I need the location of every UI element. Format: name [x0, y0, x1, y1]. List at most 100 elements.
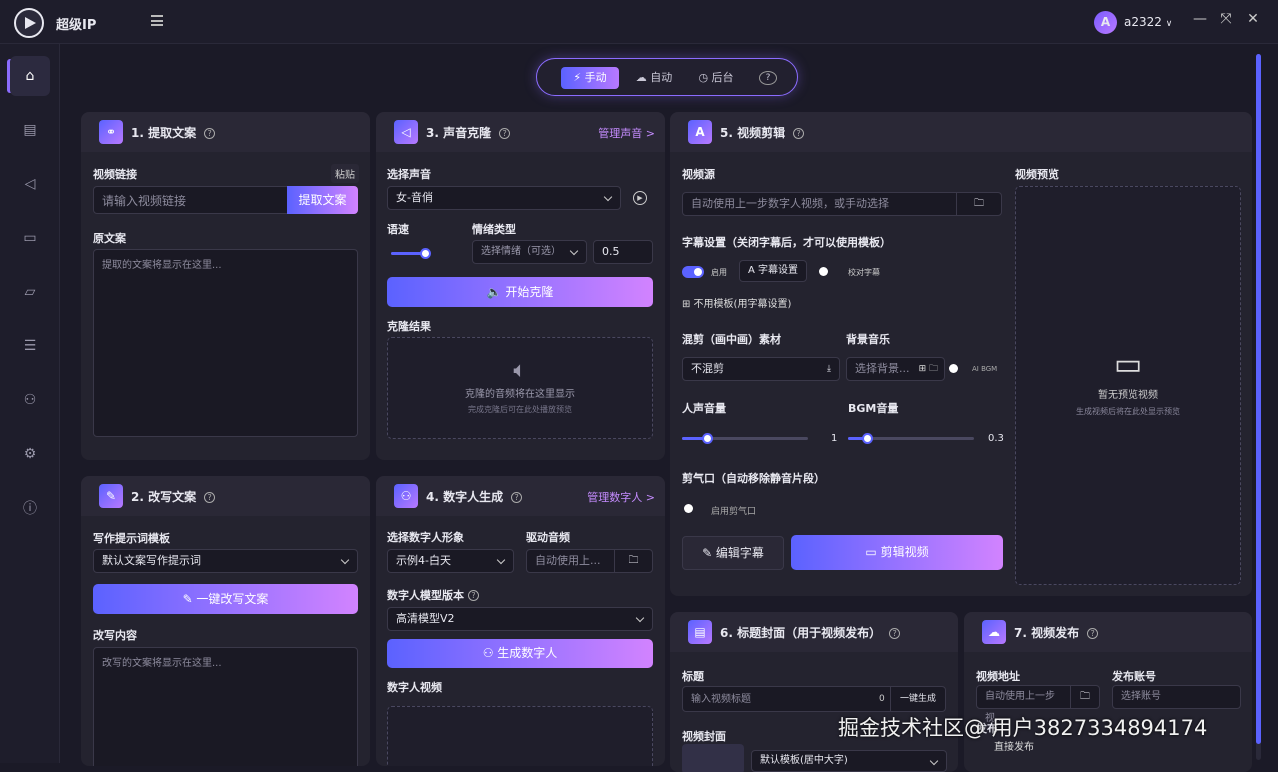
video-icon[interactable]: ▭ [10, 218, 50, 258]
mode-background-button[interactable]: ◷ 后台 [689, 67, 743, 89]
panel-title: 2. 改写文案? [131, 488, 216, 505]
scrollbar[interactable] [1256, 54, 1261, 760]
maximize-button[interactable]: ⤧ [1218, 11, 1234, 27]
folder-icon[interactable]: 🗀︎ [1070, 685, 1100, 709]
app-logo-icon [14, 8, 44, 38]
chevron-down-icon [340, 555, 350, 565]
preview-sub: 生成视频后将在此处显示预览 [1076, 407, 1180, 416]
cover-thumbnail[interactable] [682, 744, 744, 772]
voice-select[interactable]: 女-音俏 [387, 186, 621, 210]
panel-title: 3. 声音克隆? [426, 124, 511, 141]
audio-label: 驱动音频 [526, 531, 570, 544]
cut-video-button[interactable]: ▭ 剪辑视频 [791, 535, 1003, 570]
content-label: 改写内容 [93, 629, 137, 642]
video-title-input[interactable]: 输入视频标题 [682, 686, 892, 712]
sidebar: ⌂ ▤ ◁ ▭ ▱ ☰ ⚇ ⚙ ⓘ [0, 44, 60, 763]
mode-help-icon[interactable]: ? [759, 71, 777, 85]
minimize-button[interactable]: — [1192, 11, 1208, 27]
chevron-down-icon [603, 192, 613, 202]
help-icon[interactable]: ? [793, 128, 805, 139]
no-template-checkbox[interactable]: ⊞ 不用模板(用字幕设置) [682, 295, 791, 310]
one-click-generate-button[interactable]: 一键生成 [890, 686, 946, 712]
folder-icon[interactable]: ▱ [10, 272, 50, 312]
cloud-upload-icon: ☁ [982, 620, 1006, 644]
ai-bgm-radio[interactable] [949, 364, 958, 373]
panel-digital-human: ⚇ 4. 数字人生成? 管理数字人 > 选择数字人形象 驱动音频 示例4-白天 … [376, 476, 665, 766]
panel-video-edit: A 5. 视频剪辑? 视频源 自动使用上一步数字人视频，或手动选择 🗀︎ 字幕设… [670, 112, 1252, 596]
chevron-down-icon [635, 613, 645, 623]
panel-title: 7. 视频发布? [1014, 624, 1099, 641]
username[interactable]: a2322 ∨ [1124, 15, 1172, 29]
rewrite-button[interactable]: ✎ 一键改写文案 [93, 584, 358, 614]
link-label: 视频链接 [93, 168, 137, 181]
model-select[interactable]: 高清模型V2 [387, 607, 653, 631]
cover-template-select[interactable]: 默认模板(居中大字) [751, 750, 947, 772]
bgm-select[interactable]: 选择背景... ⊞ 🗀︎ [846, 357, 945, 381]
link-icon: ⚭ [99, 120, 123, 144]
video-address-input[interactable]: 自动使用上一步视... [976, 685, 1072, 724]
menu-toggle-icon[interactable] [151, 15, 163, 26]
voice-volume-label: 人声音量 [682, 402, 726, 415]
help-icon[interactable]: ? [511, 492, 523, 503]
subtitle-settings-button[interactable]: A 字幕设置 [739, 260, 807, 282]
close-button[interactable]: ✕ [1245, 11, 1261, 27]
avatar[interactable]: A [1094, 11, 1117, 34]
help-icon[interactable]: ? [499, 128, 511, 139]
sound-icon[interactable]: ◁ [10, 164, 50, 204]
audio-input[interactable]: 自动使用上... [526, 549, 616, 573]
video-icon: ▭ [865, 545, 881, 559]
chevron-down-icon [569, 246, 579, 256]
document-icon: ▤ [688, 620, 712, 644]
video-link-input[interactable]: 请输入视频链接 [93, 186, 289, 214]
title-label: 标题 [682, 670, 704, 683]
silence-cut-radio[interactable] [684, 504, 693, 513]
folder-icon[interactable]: 🗀︎ [614, 549, 653, 573]
edit-subtitles-button[interactable]: ✎ 编辑字幕 [682, 536, 784, 570]
voice-volume-slider[interactable] [682, 433, 808, 444]
extract-button[interactable]: 提取文案 [287, 186, 358, 214]
panel-header: ☁ 7. 视频发布? [964, 612, 1252, 652]
help-icon[interactable]: ? [1087, 628, 1099, 639]
generate-avatar-button[interactable]: ⚇ 生成数字人 [387, 639, 653, 668]
silence-cut-enable-label: 启用剪气口 [711, 507, 757, 517]
rewrite-textarea[interactable]: 改写的文案将显示在这里... [93, 647, 358, 766]
source-label: 视频源 [682, 168, 715, 181]
bgm-volume-slider[interactable] [848, 433, 974, 444]
home-icon[interactable]: ⌂ [10, 56, 50, 96]
panel-header: ◁ 3. 声音克隆? 管理声音 > [376, 112, 665, 152]
mode-switch: ⚡ 手动 ☁ 自动 ◷ 后台 ? [536, 58, 798, 96]
panel-title: 1. 提取文案? [131, 124, 216, 141]
help-icon[interactable]: ? [204, 492, 216, 503]
paste-button[interactable]: 粘贴 [331, 164, 359, 183]
help-icon[interactable]: ? [468, 590, 479, 601]
folder-icon[interactable]: 🗀︎ [956, 192, 1002, 216]
manage-avatar-link[interactable]: 管理数字人 > [587, 489, 655, 505]
list-icon[interactable]: ☰ [10, 326, 50, 366]
help-icon[interactable]: ? [889, 628, 901, 639]
panel-header: ⚭ 1. 提取文案? [81, 112, 370, 152]
user-icon[interactable]: ⚇ [10, 380, 50, 420]
speed-slider[interactable] [391, 248, 432, 259]
original-textarea[interactable]: 提取的文案将显示在这里... [93, 249, 358, 437]
subtitle-toggle[interactable] [682, 266, 704, 278]
account-select[interactable]: 选择账号 [1112, 685, 1241, 709]
proofread-radio[interactable] [819, 267, 828, 276]
emotion-select[interactable]: 选择情绪（可选） [472, 240, 587, 264]
mix-select[interactable]: 不混剪 ⤓ [682, 357, 840, 381]
panel-header: ⚇ 4. 数字人生成? 管理数字人 > [376, 476, 665, 516]
mode-manual-button[interactable]: ⚡ 手动 [561, 67, 619, 89]
emotion-intensity-input[interactable]: 0.5 [593, 240, 653, 264]
mode-auto-button[interactable]: ☁ 自动 [629, 67, 679, 89]
file-icon[interactable]: ▤ [10, 110, 50, 150]
clone-result-area: 🔈︎ 克隆的音频将在这里显示 完成克隆后可在此处播放预览 [387, 337, 653, 439]
avatar-select[interactable]: 示例4-白天 [387, 549, 514, 573]
clone-button[interactable]: 🔈 开始克隆 [387, 277, 653, 307]
template-select[interactable]: 默认文案写作提示词 [93, 549, 358, 573]
play-icon[interactable]: ▶ [633, 191, 647, 205]
mix-label: 混剪（画中画）素材 [682, 333, 781, 346]
help-icon[interactable]: ? [204, 128, 216, 139]
manage-voice-link[interactable]: 管理声音 > [598, 125, 655, 141]
video-source-input[interactable]: 自动使用上一步数字人视频，或手动选择 [682, 192, 958, 216]
help-icon[interactable]: ⓘ [10, 488, 50, 528]
settings-icon[interactable]: ⚙ [10, 434, 50, 474]
